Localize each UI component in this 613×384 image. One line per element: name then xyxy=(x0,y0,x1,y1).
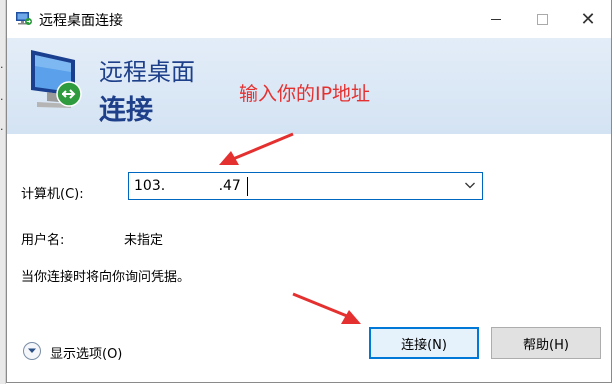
remote-desktop-window: 远程桌面连接 ✕ 远程桌面 连接 输入你的IP地址 计算机(C): 103. .… xyxy=(6,0,612,383)
chevron-down-icon[interactable] xyxy=(464,179,476,191)
connect-button[interactable]: 连接(N) xyxy=(369,327,479,359)
close-button[interactable]: ✕ xyxy=(565,0,611,38)
show-options-button[interactable]: 显示选项(O) xyxy=(23,340,153,362)
minimize-icon xyxy=(491,18,501,20)
computer-input-value: 103. .47 xyxy=(134,178,241,194)
banner-title-line1: 远程桌面 xyxy=(99,58,195,86)
remote-desktop-app-icon xyxy=(16,12,32,25)
window-title: 远程桌面连接 xyxy=(39,13,123,29)
background-text: . xyxy=(0,90,4,103)
remote-desktop-logo-icon xyxy=(31,50,82,108)
help-button[interactable]: 帮助(H) xyxy=(491,327,601,359)
maximize-icon xyxy=(536,13,548,25)
header-banner: 远程桌面 连接 输入你的IP地址 xyxy=(7,38,611,134)
background-text: . xyxy=(0,120,4,133)
title-bar[interactable]: 远程桌面连接 ✕ xyxy=(7,0,611,38)
banner-title-line2: 连接 xyxy=(99,95,153,126)
username-value: 未指定 xyxy=(124,233,164,248)
computer-label: 计算机(C): xyxy=(21,187,84,202)
expand-options-icon xyxy=(23,342,41,360)
annotation-enter-ip: 输入你的IP地址 xyxy=(239,83,371,105)
background-text: . xyxy=(0,58,4,71)
computer-input[interactable]: 103. .47 xyxy=(128,172,483,200)
maximize-button[interactable] xyxy=(519,0,565,38)
credentials-note: 当你连接时将向你询问凭据。 xyxy=(21,270,191,285)
annotation-arrow-icon xyxy=(292,292,361,324)
minimize-button[interactable] xyxy=(473,0,519,38)
annotation-arrow-icon xyxy=(219,132,294,165)
username-label: 用户名: xyxy=(21,233,65,248)
show-options-label: 显示选项(O) xyxy=(50,347,123,362)
text-cursor xyxy=(247,177,248,196)
